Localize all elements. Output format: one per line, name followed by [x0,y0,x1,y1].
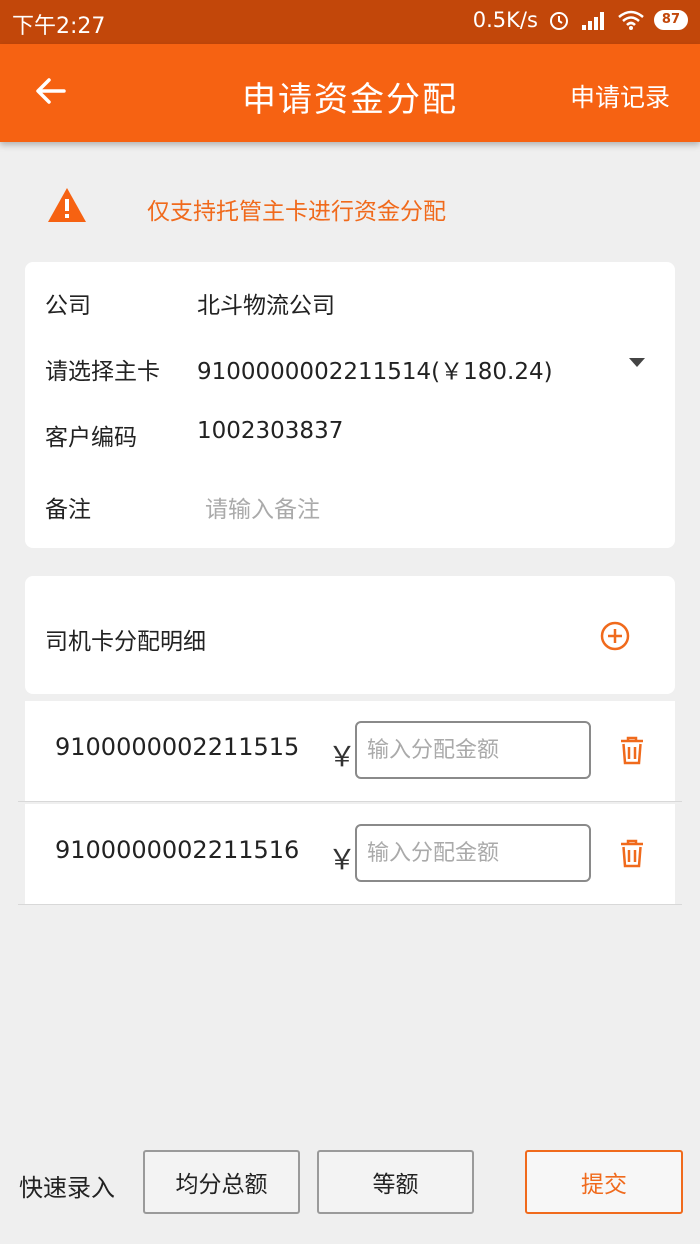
app-bar: 申请资金分配 申请记录 [0,44,700,142]
status-time: 下午2:27 [12,14,106,39]
bottom-action-bar: 快速录入 均分总额 等额 提交 [0,1140,700,1230]
row-divider [18,801,682,802]
currency-symbol: ￥ [328,843,357,876]
driver-card-row: 9100000002211516 ￥ [25,804,675,904]
customer-code-label: 客户编码 [45,425,137,451]
wifi-icon [618,10,644,30]
warning-icon [48,188,86,222]
notice-text: 仅支持托管主卡进行资金分配 [147,199,446,225]
driver-card-number: 9100000002211516 [55,836,300,864]
submit-button[interactable]: 提交 [525,1150,683,1214]
equal-amount-button[interactable]: 等额 [317,1150,474,1214]
signal-icon [581,12,604,30]
battery-indicator: 87 [653,10,688,30]
quick-entry-label: 快速录入 [19,1174,115,1202]
remark-input[interactable]: 请输入备注 [205,490,320,524]
driver-card-row: 9100000002211515 ￥ [25,701,675,801]
driver-card-number: 9100000002211515 [55,733,300,761]
status-icons: 0.5K/s 87 [473,8,688,32]
detail-title: 司机卡分配明细 [45,629,206,655]
notice-banner: 仅支持托管主卡进行资金分配 [0,168,700,248]
net-speed: 0.5K/s [472,8,538,32]
status-bar: 下午2:27 0.5K/s 87 [0,0,700,44]
currency-symbol: ￥ [328,740,357,773]
main-card-value[interactable]: 9100000002211514(￥180.24) [197,352,553,386]
customer-code-value: 1002303837 [197,418,344,444]
trash-icon[interactable] [619,735,645,765]
application-form-card: 公司 北斗物流公司 请选择主卡 9100000002211514(￥180.24… [25,262,675,548]
main-card-label: 请选择主卡 [45,359,160,385]
alarm-icon [549,12,568,30]
remark-label: 备注 [45,497,91,523]
split-total-button[interactable]: 均分总额 [143,1150,300,1214]
add-circle-icon[interactable] [599,620,631,652]
dropdown-icon[interactable] [629,358,645,367]
trash-icon[interactable] [619,838,645,868]
company-value: 北斗物流公司 [197,293,335,319]
amount-input[interactable] [355,721,591,779]
row-divider [18,904,682,905]
records-link[interactable]: 申请记录 [570,78,670,114]
driver-card-detail-header: 司机卡分配明细 [25,576,675,694]
amount-input[interactable] [355,824,591,882]
company-label: 公司 [45,293,91,319]
